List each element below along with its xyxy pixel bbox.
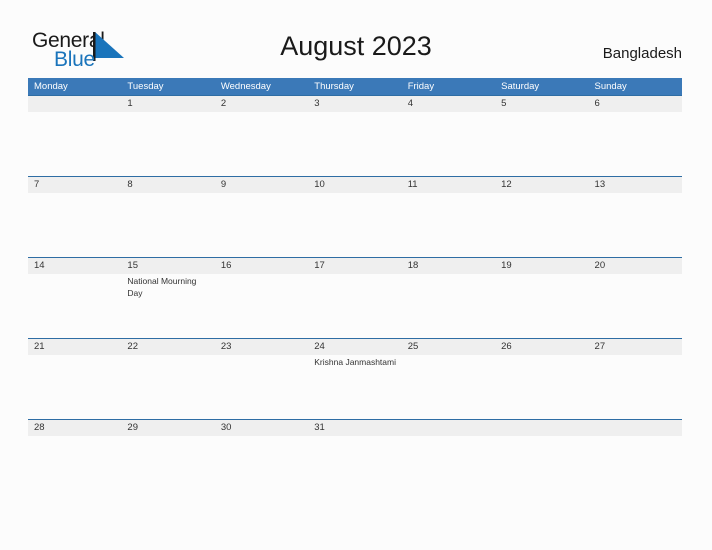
day-number[interactable]: 4 <box>402 96 495 112</box>
country-label: Bangladesh <box>602 45 682 62</box>
week-event-body: Krishna Janmashtami <box>28 355 682 419</box>
calendar-week-row: 28 29 30 31 <box>28 419 682 500</box>
day-cell[interactable] <box>495 274 588 338</box>
day-number[interactable] <box>589 420 682 436</box>
weekday-header-friday: Friday <box>407 81 435 92</box>
day-cell[interactable] <box>495 436 588 500</box>
day-number[interactable]: 2 <box>215 96 308 112</box>
week-event-body <box>28 112 682 176</box>
day-cell[interactable] <box>28 193 121 257</box>
weekday-header-thursday: Thursday <box>314 81 354 92</box>
day-number[interactable]: 3 <box>308 96 401 112</box>
day-number[interactable]: 10 <box>308 177 401 193</box>
day-number[interactable]: 13 <box>589 177 682 193</box>
day-cell[interactable] <box>28 274 121 338</box>
day-cell[interactable] <box>495 355 588 419</box>
day-cell[interactable] <box>589 193 682 257</box>
week-date-band: 14 15 16 17 18 19 20 <box>28 257 682 274</box>
day-number[interactable]: 24 <box>308 339 401 355</box>
day-number[interactable]: 19 <box>495 258 588 274</box>
day-cell[interactable]: Krishna Janmashtami <box>308 355 401 419</box>
week-event-body <box>28 193 682 257</box>
calendar-grid: Monday Tuesday Wednesday Thursday Friday… <box>28 78 682 500</box>
day-number[interactable]: 6 <box>589 96 682 112</box>
day-number[interactable]: 27 <box>589 339 682 355</box>
day-cell[interactable] <box>215 436 308 500</box>
day-number[interactable] <box>402 420 495 436</box>
day-event-text: Krishna Janmashtami <box>314 357 396 367</box>
day-cell[interactable] <box>28 436 121 500</box>
weekday-header-row: Monday Tuesday Wednesday Thursday Friday… <box>28 78 682 95</box>
day-event-text: National Mourning Day <box>127 276 197 298</box>
day-cell[interactable] <box>215 193 308 257</box>
day-cell[interactable] <box>215 274 308 338</box>
day-cell[interactable] <box>28 355 121 419</box>
day-cell[interactable] <box>589 436 682 500</box>
weekday-header-sunday: Sunday <box>594 81 627 92</box>
day-number[interactable]: 5 <box>495 96 588 112</box>
weekday-header-saturday: Saturday <box>501 81 540 92</box>
day-number[interactable]: 8 <box>121 177 214 193</box>
day-cell[interactable] <box>121 193 214 257</box>
day-number[interactable]: 12 <box>495 177 588 193</box>
day-cell[interactable] <box>121 112 214 176</box>
calendar-week-row: 7 8 9 10 11 12 13 <box>28 176 682 257</box>
day-cell[interactable] <box>402 112 495 176</box>
day-number[interactable]: 25 <box>402 339 495 355</box>
day-cell[interactable] <box>402 274 495 338</box>
day-number[interactable]: 26 <box>495 339 588 355</box>
day-number[interactable]: 9 <box>215 177 308 193</box>
week-date-band: 7 8 9 10 11 12 13 <box>28 176 682 193</box>
weekday-header-tuesday: Tuesday <box>127 81 164 92</box>
day-cell[interactable] <box>402 193 495 257</box>
day-cell[interactable] <box>589 274 682 338</box>
day-number[interactable] <box>495 420 588 436</box>
day-cell[interactable] <box>402 436 495 500</box>
page-header: General Blue August 2023 Bangladesh <box>0 0 712 78</box>
day-cell[interactable] <box>215 112 308 176</box>
day-cell[interactable] <box>121 355 214 419</box>
day-cell[interactable] <box>215 355 308 419</box>
day-number[interactable]: 14 <box>28 258 121 274</box>
day-cell[interactable] <box>495 193 588 257</box>
day-cell[interactable] <box>308 274 401 338</box>
day-number[interactable]: 21 <box>28 339 121 355</box>
day-cell[interactable] <box>121 436 214 500</box>
day-number[interactable]: 7 <box>28 177 121 193</box>
day-number[interactable]: 17 <box>308 258 401 274</box>
day-number[interactable]: 11 <box>402 177 495 193</box>
day-cell[interactable] <box>28 112 121 176</box>
calendar-week-row: 21 22 23 24 25 26 27 Krishna Janmashtami <box>28 338 682 419</box>
day-cell[interactable] <box>495 112 588 176</box>
day-cell[interactable]: National Mourning Day <box>121 274 214 338</box>
calendar-page: General Blue August 2023 Bangladesh Mond… <box>0 0 712 550</box>
day-number[interactable]: 22 <box>121 339 214 355</box>
day-cell[interactable] <box>308 112 401 176</box>
weekday-header-monday: Monday <box>34 81 68 92</box>
calendar-week-row: 1 2 3 4 5 6 <box>28 95 682 176</box>
day-number[interactable]: 15 <box>121 258 214 274</box>
day-cell[interactable] <box>402 355 495 419</box>
day-cell[interactable] <box>308 193 401 257</box>
day-number[interactable]: 31 <box>308 420 401 436</box>
day-number[interactable]: 1 <box>121 96 214 112</box>
day-number[interactable]: 18 <box>402 258 495 274</box>
weekday-header-wednesday: Wednesday <box>220 81 271 92</box>
day-number[interactable]: 23 <box>215 339 308 355</box>
day-number[interactable]: 20 <box>589 258 682 274</box>
week-event-body <box>28 436 682 500</box>
day-number[interactable]: 28 <box>28 420 121 436</box>
week-date-band: 28 29 30 31 <box>28 419 682 436</box>
day-cell[interactable] <box>308 436 401 500</box>
day-number[interactable] <box>28 96 121 112</box>
week-date-band: 21 22 23 24 25 26 27 <box>28 338 682 355</box>
day-cell[interactable] <box>589 355 682 419</box>
day-number[interactable]: 30 <box>215 420 308 436</box>
day-number[interactable]: 16 <box>215 258 308 274</box>
day-cell[interactable] <box>589 112 682 176</box>
week-event-body: National Mourning Day <box>28 274 682 338</box>
day-number[interactable]: 29 <box>121 420 214 436</box>
week-date-band: 1 2 3 4 5 6 <box>28 95 682 112</box>
calendar-week-row: 14 15 16 17 18 19 20 National Mourning D… <box>28 257 682 338</box>
